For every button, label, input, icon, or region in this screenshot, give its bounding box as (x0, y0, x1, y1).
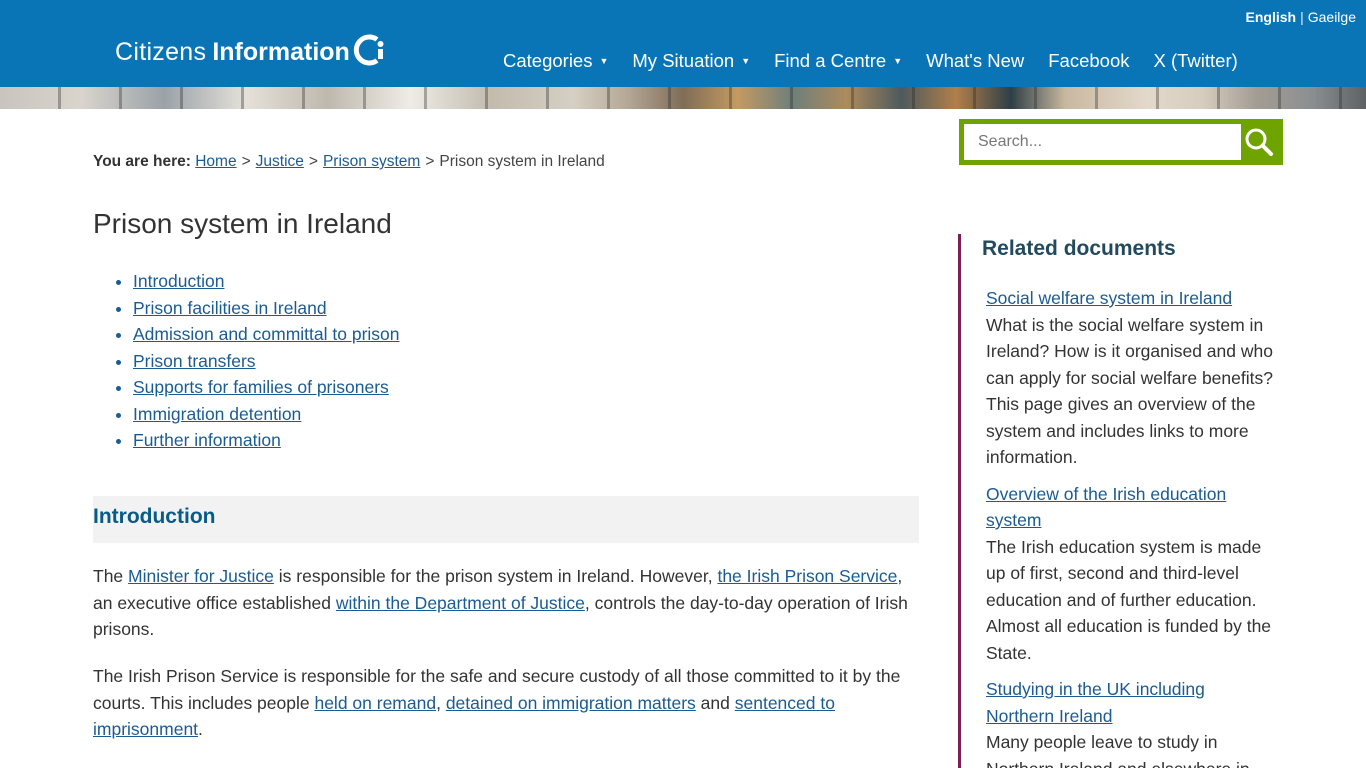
nav-label: My Situation (632, 50, 735, 71)
toc-item: Prison facilities in Ireland (133, 295, 400, 322)
nav-my-situation[interactable]: My Situation ▼ (632, 50, 750, 72)
lang-gaeilge-link[interactable]: Gaeilge (1308, 9, 1356, 25)
logo-mark-icon (353, 34, 384, 66)
nav-whats-new[interactable]: What's New (926, 50, 1024, 72)
logo-text-light: Citizens (115, 37, 207, 66)
related-item: Studying in the UK including Northern Ir… (986, 676, 1276, 768)
caret-down-icon: ▼ (599, 56, 609, 66)
link-detained-immigration[interactable]: detained on immigration matters (446, 693, 696, 713)
related-item: Overview of the Irish education system T… (986, 481, 1276, 667)
related-description: What is the social welfare system in Ire… (986, 314, 1273, 468)
toc-link-admission[interactable]: Admission and committal to prison (133, 324, 400, 344)
breadcrumb-separator: > (241, 153, 251, 170)
toc-link-prison-transfers[interactable]: Prison transfers (133, 351, 256, 371)
main-nav: Categories ▼ My Situation ▼ Find a Centre ▼… (503, 50, 1238, 72)
nav-label: What's New (926, 50, 1025, 71)
nav-label: X (Twitter) (1153, 50, 1238, 71)
breadcrumb-separator: > (425, 153, 435, 170)
text: , (436, 692, 446, 713)
intro-paragraph-1: The Minister for Justice is responsible … (93, 563, 923, 643)
search-box (959, 119, 1283, 165)
toc-link-introduction[interactable]: Introduction (133, 271, 224, 291)
breadcrumb-home-link[interactable]: Home (195, 153, 236, 170)
nav-categories[interactable]: Categories ▼ (503, 50, 608, 72)
toc-item: Introduction (133, 268, 400, 295)
breadcrumb-label: You are here: (93, 153, 191, 170)
breadcrumb: You are here: Home > Justice > Prison system… (93, 153, 605, 171)
site-header: English | Gaeilge Citizens Information Cate… (0, 0, 1366, 87)
caret-down-icon: ▼ (893, 56, 903, 66)
nav-label: Facebook (1048, 50, 1130, 71)
link-irish-prison-service[interactable]: the Irish Prison Service (717, 566, 897, 586)
toc-item: Supports for families of prisoners (133, 374, 400, 401)
nav-label: Categories (503, 50, 593, 71)
toc-link-prison-facilities[interactable]: Prison facilities in Ireland (133, 298, 327, 318)
related-link-social-welfare[interactable]: Social welfare system in Ireland (986, 285, 1276, 312)
related-description: The Irish education system is made up of… (986, 536, 1272, 663)
related-link-education-system[interactable]: Overview of the Irish education system (986, 481, 1276, 534)
toc-item: Further information (133, 427, 400, 454)
link-minister-for-justice[interactable]: Minister for Justice (128, 566, 274, 586)
nav-label: Find a Centre (774, 50, 887, 71)
header-banner-image (0, 87, 1366, 109)
link-department-of-justice[interactable]: within the Department of Justice (336, 593, 585, 613)
sidebar-title: Related documents (982, 237, 1176, 260)
search-icon (1245, 128, 1273, 156)
language-switcher: English | Gaeilge (1246, 9, 1356, 25)
text: and (695, 692, 735, 713)
toc-link-supports-families[interactable]: Supports for families of prisoners (133, 377, 389, 397)
text: . (198, 719, 203, 739)
intro-paragraph-2: The Irish Prison Service is responsible … (93, 663, 923, 743)
toc-link-further-information[interactable]: Further information (133, 430, 281, 450)
toc-item: Immigration detention (133, 401, 400, 428)
related-description: Many people leave to study in Northern I… (986, 732, 1250, 768)
related-link-studying-uk[interactable]: Studying in the UK including Northern Ir… (986, 676, 1276, 729)
toc-link-immigration-detention[interactable]: Immigration detention (133, 404, 301, 424)
search-button[interactable] (1241, 124, 1277, 160)
related-item: Social welfare system in Ireland What is… (986, 285, 1276, 471)
related-documents-sidebar: Related documents Social welfare system … (958, 234, 1288, 768)
nav-facebook[interactable]: Facebook (1048, 50, 1129, 72)
breadcrumb-justice-link[interactable]: Justice (256, 153, 304, 170)
page-title: Prison system in Ireland (93, 208, 392, 239)
caret-down-icon: ▼ (741, 56, 751, 66)
section-title: Introduction (93, 505, 216, 528)
nav-find-a-centre[interactable]: Find a Centre ▼ (774, 50, 902, 72)
breadcrumb-prison-system-link[interactable]: Prison system (323, 153, 420, 170)
link-held-on-remand[interactable]: held on remand (314, 693, 436, 713)
search-input[interactable] (964, 124, 1241, 160)
toc-item: Admission and committal to prison (133, 321, 400, 348)
lang-english-link[interactable]: English (1246, 9, 1297, 25)
table-of-contents: Introduction Prison facilities in Irelan… (133, 268, 400, 454)
logo-text-bold: Information (212, 37, 350, 66)
nav-x-twitter[interactable]: X (Twitter) (1154, 50, 1238, 72)
breadcrumb-current: Prison system in Ireland (439, 153, 605, 170)
text: is responsible for the prison system in … (273, 566, 718, 586)
toc-item: Prison transfers (133, 348, 400, 375)
section-header-introduction: Introduction (93, 496, 919, 543)
breadcrumb-separator: > (308, 153, 318, 170)
text: The (93, 566, 129, 586)
site-logo[interactable]: Citizens Information (115, 34, 387, 70)
lang-separator: | (1300, 9, 1304, 25)
